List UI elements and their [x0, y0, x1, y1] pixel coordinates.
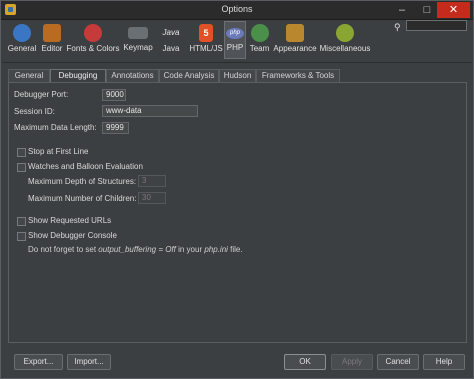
category-html-js[interactable]: 5 HTML/JS — [188, 21, 224, 59]
session-id-input[interactable]: www-data — [102, 105, 198, 117]
tab-code-analysis[interactable]: Code Analysis — [159, 69, 219, 82]
maximize-button[interactable]: □ — [415, 2, 439, 18]
max-depth-label: Maximum Depth of Structures: — [28, 177, 137, 186]
team-icon — [250, 24, 269, 42]
category-appearance[interactable]: Appearance — [272, 21, 318, 59]
appearance-icon — [286, 24, 304, 42]
category-keymap[interactable]: Keymap — [121, 21, 155, 59]
html5-icon: 5 — [199, 24, 213, 42]
category-php[interactable]: php PHP — [224, 21, 246, 59]
category-label: PHP — [226, 43, 244, 52]
title-bar: Options – □ ✕ — [1, 1, 473, 20]
search-icon: ⚲ — [394, 22, 401, 32]
category-editor[interactable]: Editor — [39, 21, 65, 59]
apply-button[interactable]: Apply — [331, 354, 373, 370]
stop-at-first-line-label: Stop at First Line — [28, 147, 89, 156]
help-button[interactable]: Help — [423, 354, 465, 370]
category-label: Appearance — [273, 44, 317, 53]
fonts-colors-icon — [84, 24, 102, 42]
category-label: Keymap — [123, 43, 153, 52]
ok-button[interactable]: OK — [284, 354, 326, 370]
debugging-panel — [8, 82, 467, 343]
miscellaneous-icon — [336, 24, 354, 42]
stop-at-first-line-checkbox[interactable] — [17, 148, 26, 157]
category-team[interactable]: Team — [246, 21, 273, 59]
java-icon: Java — [162, 28, 180, 37]
note-setting: output_buffering = Off — [98, 245, 176, 254]
max-data-length-label: Maximum Data Length: — [14, 123, 97, 132]
note-file: php.ini — [204, 245, 228, 254]
category-label: Fonts & Colors — [66, 44, 120, 53]
cancel-button[interactable]: Cancel — [377, 354, 419, 370]
category-label: Java — [162, 44, 180, 53]
show-requested-urls-label: Show Requested URLs — [28, 216, 112, 225]
search-input[interactable] — [406, 20, 467, 31]
category-label: General — [7, 44, 37, 53]
general-icon — [13, 24, 31, 42]
note-prefix: Do not forget to set — [28, 245, 99, 254]
import-button[interactable]: Import... — [67, 354, 111, 370]
note-suffix: file. — [227, 245, 243, 254]
close-button[interactable]: ✕ — [437, 2, 470, 18]
show-debugger-console-label: Show Debugger Console — [28, 231, 117, 240]
max-data-length-input[interactable]: 9999 — [102, 122, 129, 134]
options-window: Options – □ ✕ General Editor Fonts & Col… — [0, 0, 474, 379]
minimize-button[interactable]: – — [390, 2, 414, 18]
watches-balloon-checkbox[interactable] — [17, 163, 26, 172]
watches-balloon-label: Watches and Balloon Evaluation — [28, 162, 143, 171]
show-debugger-console-checkbox[interactable] — [17, 232, 26, 241]
editor-icon — [43, 24, 61, 42]
tab-annotations[interactable]: Annotations — [106, 69, 159, 82]
tab-debugging[interactable]: Debugging — [50, 69, 106, 83]
max-children-input[interactable]: 30 — [138, 192, 166, 204]
export-button[interactable]: Export... — [14, 354, 63, 370]
max-children-label: Maximum Number of Children: — [28, 194, 137, 203]
keymap-icon — [128, 27, 148, 39]
category-label: HTML/JS — [189, 44, 223, 53]
tab-frameworks-tools[interactable]: Frameworks & Tools — [256, 69, 340, 82]
category-label: Editor — [41, 44, 63, 53]
category-label: Miscellaneous — [319, 44, 371, 53]
debugger-port-label: Debugger Port: — [14, 90, 69, 99]
session-id-label: Session ID: — [14, 107, 55, 116]
category-general[interactable]: General — [5, 21, 39, 59]
output-buffering-note: Do not forget to set output_buffering = … — [28, 245, 243, 254]
tab-general[interactable]: General — [8, 69, 50, 82]
show-requested-urls-checkbox[interactable] — [17, 217, 26, 226]
category-miscellaneous[interactable]: Miscellaneous — [319, 21, 371, 59]
php-icon: php — [226, 28, 244, 39]
category-java[interactable]: Java Java — [157, 21, 185, 59]
category-label: Team — [249, 44, 270, 53]
max-depth-input[interactable]: 3 — [138, 175, 166, 187]
category-fonts-colors[interactable]: Fonts & Colors — [65, 21, 121, 59]
note-middle: in your — [175, 245, 205, 254]
debugger-port-input[interactable]: 9000 — [102, 89, 126, 101]
tab-hudson[interactable]: Hudson — [219, 69, 256, 82]
